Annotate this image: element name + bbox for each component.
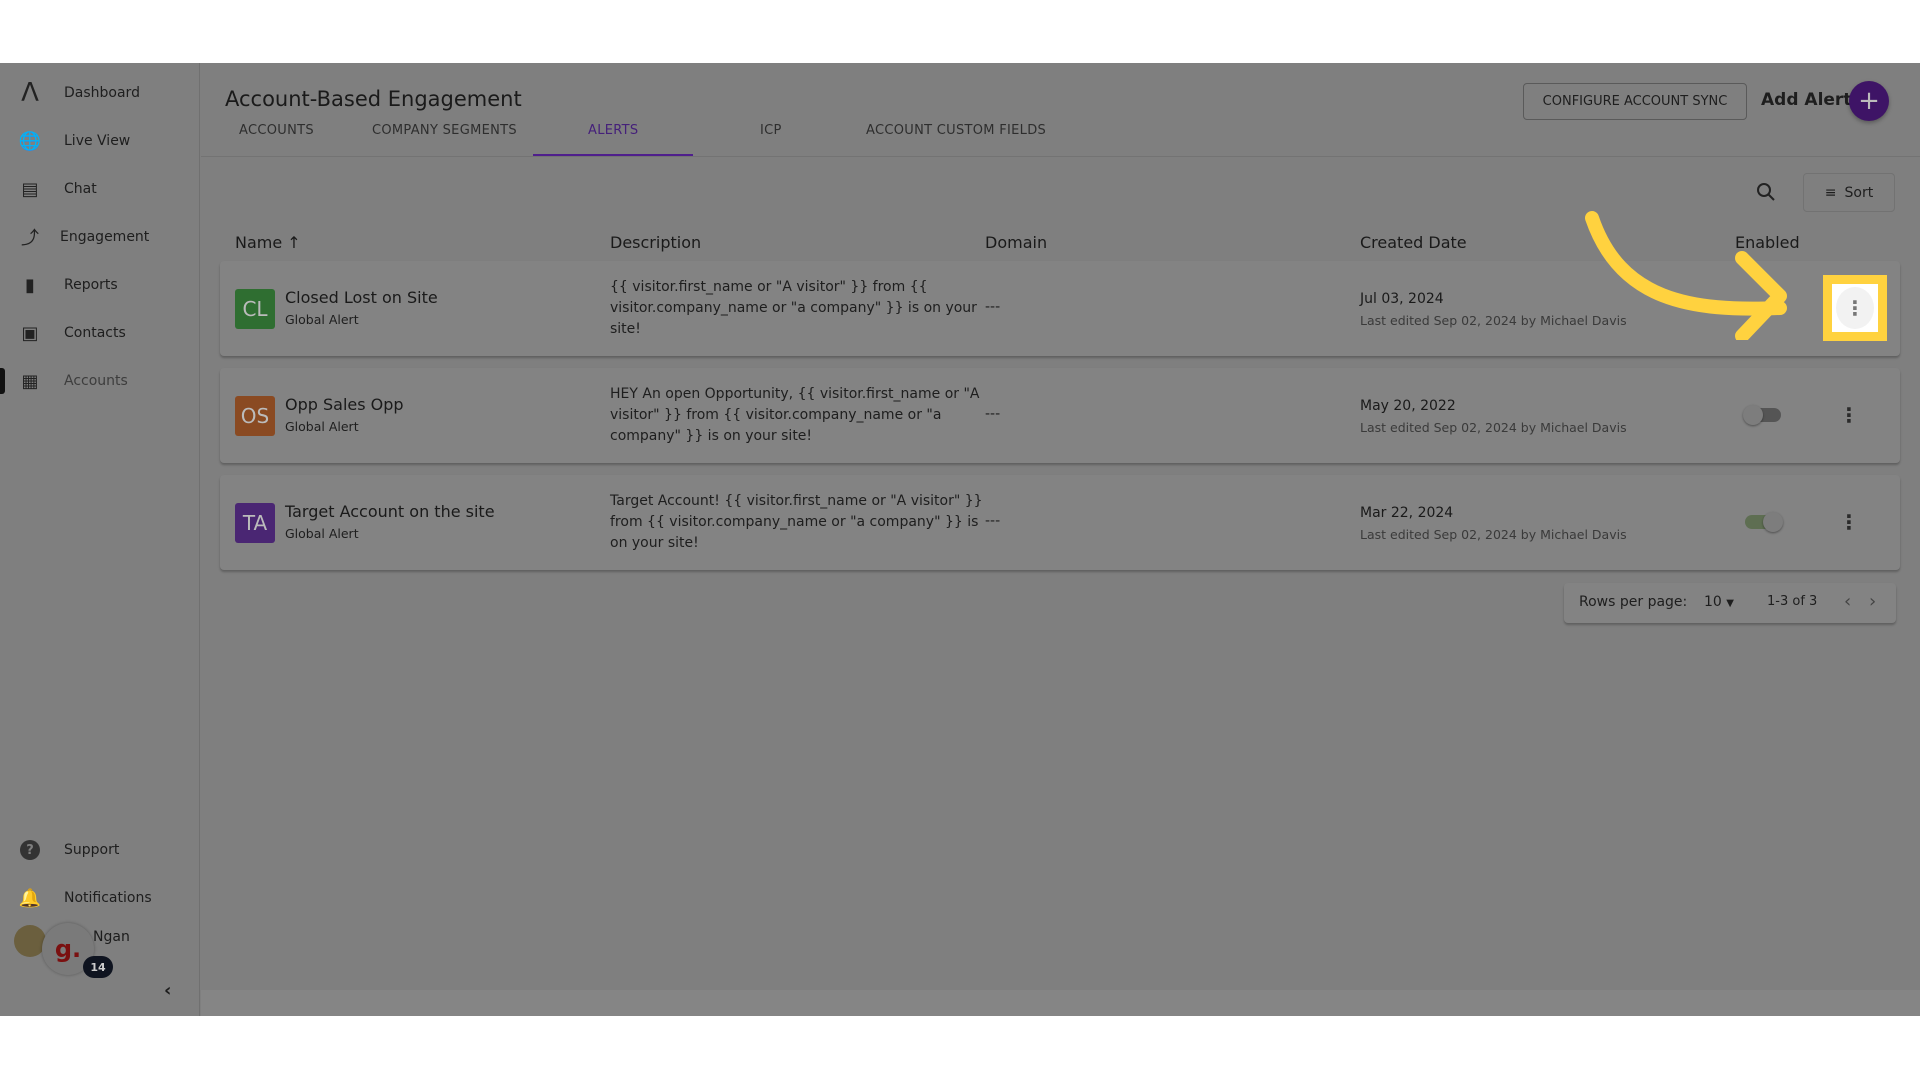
user-name: Ngan bbox=[93, 929, 130, 945]
created-date: Jul 03, 2024 bbox=[1360, 291, 1444, 307]
add-alert-button[interactable]: + bbox=[1849, 81, 1889, 121]
sidebar-item-reports[interactable]: ▮ Reports bbox=[0, 267, 200, 303]
engagement-icon: ⤴ bbox=[21, 228, 39, 249]
alert-type: Global Alert bbox=[285, 526, 359, 541]
help-icon: ? bbox=[18, 838, 42, 862]
tab-alerts[interactable]: ALERTS bbox=[588, 123, 638, 138]
alert-avatar: CL bbox=[235, 289, 275, 329]
created-date: May 20, 2022 bbox=[1360, 398, 1456, 414]
highlighted-row-menu-button[interactable]: ⋮ bbox=[1823, 275, 1887, 341]
sidebar-item-chat[interactable]: ▤ Chat bbox=[0, 171, 200, 207]
last-edited: Last edited Sep 02, 2024 by Michael Davi… bbox=[1360, 420, 1627, 435]
column-header-created-date: Created Date bbox=[1360, 233, 1467, 252]
sidebar-item-live-view[interactable]: 🌐 Live View bbox=[0, 123, 200, 159]
sidebar-item-dashboard[interactable]: Λ Dashboard bbox=[0, 75, 200, 111]
alert-name[interactable]: Target Account on the site bbox=[285, 502, 495, 521]
alert-type: Global Alert bbox=[285, 419, 359, 434]
building-icon: ▦ bbox=[21, 370, 39, 392]
rows-per-page-label: Rows per page: bbox=[1579, 594, 1688, 610]
page-title: Account-Based Engagement bbox=[225, 87, 522, 111]
caret-down-icon: ▼ bbox=[1726, 598, 1734, 609]
more-vert-icon[interactable]: ⋮ bbox=[1832, 398, 1866, 432]
notification-badge: 14 bbox=[83, 956, 113, 978]
page-range: 1-3 of 3 bbox=[1767, 594, 1818, 609]
table-row[interactable]: TA Target Account on the site Global Ale… bbox=[220, 475, 1900, 570]
globe-search-icon: 🌐 bbox=[18, 130, 42, 152]
alert-name[interactable]: Opp Sales Opp bbox=[285, 395, 404, 414]
table-row[interactable]: OS Opp Sales Opp Global Alert HEY An ope… bbox=[220, 368, 1900, 463]
tab-company-segments[interactable]: COMPANY SEGMENTS bbox=[372, 123, 517, 138]
app: Λ Dashboard 🌐 Live View ▤ Chat ⤴ Engagem… bbox=[0, 63, 1920, 1016]
alert-avatar: TA bbox=[235, 503, 275, 543]
sidebar-item-notifications[interactable]: 🔔 Notifications bbox=[0, 880, 200, 916]
next-page-button[interactable]: › bbox=[1869, 591, 1876, 612]
sort-ascending-icon: ↑ bbox=[287, 233, 301, 252]
alert-avatar: OS bbox=[235, 396, 275, 436]
column-header-name[interactable]: Name ↑ bbox=[235, 233, 301, 252]
alert-name[interactable]: Closed Lost on Site bbox=[285, 288, 438, 307]
sidebar-item-engagement[interactable]: ⤴ Engagement bbox=[0, 219, 200, 255]
sidebar: Λ Dashboard 🌐 Live View ▤ Chat ⤴ Engagem… bbox=[0, 63, 200, 1016]
tab-icp[interactable]: ICP bbox=[760, 123, 782, 138]
last-edited: Last edited Sep 02, 2024 by Michael Davi… bbox=[1360, 527, 1627, 542]
collapse-sidebar-icon[interactable]: ‹ bbox=[164, 980, 171, 1001]
alert-description: HEY An open Opportunity, {{ visitor.firs… bbox=[610, 386, 980, 444]
tab-accounts[interactable]: ACCOUNTS bbox=[239, 123, 314, 138]
column-header-description: Description bbox=[610, 233, 702, 252]
configure-account-sync-button[interactable]: CONFIGURE ACCOUNT SYNC bbox=[1523, 83, 1747, 120]
contacts-icon: ▣ bbox=[21, 322, 39, 344]
pagination: Rows per page: 10 ▼ 1-3 of 3 ‹ › bbox=[1564, 583, 1896, 623]
chat-icon: ▤ bbox=[21, 178, 39, 200]
alert-description: Target Account! {{ visitor.first_name or… bbox=[610, 493, 983, 551]
alert-domain: --- bbox=[985, 513, 1001, 529]
bar-chart-icon: ▮ bbox=[25, 274, 35, 296]
footer-strip bbox=[201, 990, 1920, 1016]
enabled-toggle[interactable] bbox=[1743, 405, 1781, 425]
previous-page-button[interactable]: ‹ bbox=[1844, 591, 1851, 612]
add-alert-label[interactable]: Add Alert bbox=[1761, 90, 1851, 110]
alert-domain: --- bbox=[985, 299, 1001, 315]
column-header-domain: Domain bbox=[985, 233, 1048, 252]
sidebar-item-contacts[interactable]: ▣ Contacts bbox=[0, 315, 200, 351]
alert-type: Global Alert bbox=[285, 312, 359, 327]
user-avatar[interactable] bbox=[14, 925, 46, 957]
created-date: Mar 22, 2024 bbox=[1360, 505, 1454, 521]
enabled-toggle[interactable] bbox=[1745, 512, 1783, 532]
bell-icon: 🔔 bbox=[18, 887, 42, 909]
column-header-name-label: Name bbox=[235, 233, 283, 252]
more-vert-icon[interactable]: ⋮ bbox=[1832, 505, 1866, 539]
annotation-arrow-icon bbox=[1585, 211, 1787, 340]
logo-icon: Λ bbox=[21, 78, 39, 108]
rows-per-page-select[interactable]: 10 ▼ bbox=[1704, 594, 1734, 610]
alert-domain: --- bbox=[985, 406, 1001, 422]
tab-account-custom-fields[interactable]: ACCOUNT CUSTOM FIELDS bbox=[866, 123, 1046, 138]
alert-description: {{ visitor.first_name or "A visitor" }} … bbox=[610, 279, 977, 337]
more-vert-icon: ⋮ bbox=[1836, 287, 1874, 329]
sidebar-item-support[interactable]: ? Support bbox=[0, 832, 200, 868]
sidebar-item-accounts[interactable]: ▦ Accounts bbox=[0, 363, 200, 399]
